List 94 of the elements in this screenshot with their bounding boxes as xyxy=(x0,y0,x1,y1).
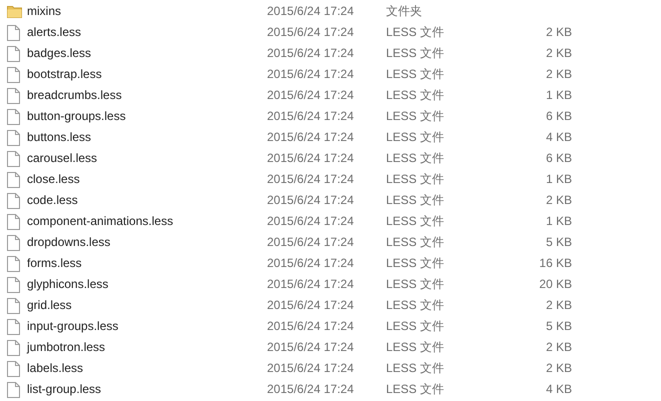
file-size: 2 KB xyxy=(546,193,572,207)
file-icon xyxy=(7,276,20,292)
modified-date: 2015/6/24 17:24 xyxy=(267,340,354,354)
file-type: LESS 文件 xyxy=(386,319,444,333)
file-name[interactable]: component-animations.less xyxy=(27,214,174,228)
file-icon xyxy=(7,382,20,398)
file-size: 1 KB xyxy=(546,172,572,186)
file-size: 2 KB xyxy=(546,46,572,60)
file-name[interactable]: dropdowns.less xyxy=(27,235,110,249)
file-type: LESS 文件 xyxy=(386,193,444,207)
file-size: 16 KB xyxy=(539,256,572,270)
modified-date: 2015/6/24 17:24 xyxy=(267,298,354,312)
file-type: LESS 文件 xyxy=(386,151,444,165)
file-type: LESS 文件 xyxy=(386,214,444,228)
modified-date: 2015/6/24 17:24 xyxy=(267,46,354,60)
folder-icon xyxy=(7,5,22,18)
file-name[interactable]: buttons.less xyxy=(27,130,92,144)
file-icon xyxy=(7,256,20,272)
modified-date: 2015/6/24 17:24 xyxy=(267,319,354,333)
file-icon xyxy=(7,298,20,314)
file-icon xyxy=(7,192,20,208)
file-name[interactable]: close.less xyxy=(27,172,80,186)
file-name[interactable]: jumbotron.less xyxy=(27,340,106,354)
file-type: LESS 文件 xyxy=(386,340,444,354)
file-size: 4 KB xyxy=(546,130,572,144)
file-icon xyxy=(7,318,20,334)
file-size: 2 KB xyxy=(546,25,572,39)
file-type: LESS 文件 xyxy=(386,67,444,81)
file-type: LESS 文件 xyxy=(386,130,444,144)
modified-date: 2015/6/24 17:24 xyxy=(267,88,354,102)
file-size: 20 KB xyxy=(539,277,572,291)
file-size: 2 KB xyxy=(546,67,572,81)
file-icon xyxy=(7,46,20,62)
file-name[interactable]: badges.less xyxy=(27,46,92,60)
file-type: LESS 文件 xyxy=(386,382,444,396)
file-type: LESS 文件 xyxy=(386,46,444,60)
modified-date: 2015/6/24 17:24 xyxy=(267,235,354,249)
file-size: 4 KB xyxy=(546,382,572,396)
file-icon xyxy=(7,66,20,82)
file-icon xyxy=(7,88,20,104)
file-name[interactable]: button-groups.less xyxy=(27,109,126,123)
file-icon xyxy=(7,234,20,250)
file-size: 2 KB xyxy=(546,361,572,375)
file-icon xyxy=(7,108,20,124)
file-name[interactable]: breadcrumbs.less xyxy=(27,88,122,102)
file-type: LESS 文件 xyxy=(386,256,444,270)
file-name[interactable]: glyphicons.less xyxy=(27,277,108,291)
file-type: 文件夹 xyxy=(386,4,422,18)
file-size: 6 KB xyxy=(546,151,572,165)
file-icon xyxy=(7,24,20,40)
file-type: LESS 文件 xyxy=(386,298,444,312)
file-type: LESS 文件 xyxy=(386,361,444,375)
file-name[interactable]: grid.less xyxy=(27,298,72,312)
file-name[interactable]: list-group.less xyxy=(27,382,102,396)
modified-date: 2015/6/24 17:24 xyxy=(267,67,354,81)
modified-date: 2015/6/24 17:24 xyxy=(267,214,354,228)
file-size: 6 KB xyxy=(546,109,572,123)
file-size: 5 KB xyxy=(546,235,572,249)
modified-date: 2015/6/24 17:24 xyxy=(267,256,354,270)
modified-date: 2015/6/24 17:24 xyxy=(267,109,354,123)
file-size: 1 KB xyxy=(546,88,572,102)
file-name[interactable]: carousel.less xyxy=(27,151,98,165)
file-type: LESS 文件 xyxy=(386,235,444,249)
file-type: LESS 文件 xyxy=(386,25,444,39)
modified-date: 2015/6/24 17:24 xyxy=(267,277,354,291)
modified-date: 2015/6/24 17:24 xyxy=(267,130,354,144)
file-type: LESS 文件 xyxy=(386,172,444,186)
file-type: LESS 文件 xyxy=(386,88,444,102)
file-name[interactable]: bootstrap.less xyxy=(27,67,102,81)
file-name[interactable]: mixins xyxy=(27,4,62,18)
modified-date: 2015/6/24 17:24 xyxy=(267,25,354,39)
file-name[interactable]: labels.less xyxy=(27,361,84,375)
modified-date: 2015/6/24 17:24 xyxy=(267,172,354,186)
modified-date: 2015/6/24 17:24 xyxy=(267,193,354,207)
file-icon xyxy=(7,130,20,146)
file-size: 2 KB xyxy=(546,298,572,312)
modified-date: 2015/6/24 17:24 xyxy=(267,361,354,375)
file-type: LESS 文件 xyxy=(386,109,444,123)
file-name[interactable]: input-groups.less xyxy=(27,319,118,333)
file-icon xyxy=(7,214,20,230)
modified-date: 2015/6/24 17:24 xyxy=(267,382,354,396)
file-size: 5 KB xyxy=(546,319,572,333)
file-name[interactable]: forms.less xyxy=(27,256,82,270)
file-size: 1 KB xyxy=(546,214,572,228)
modified-date: 2015/6/24 17:24 xyxy=(267,4,354,18)
file-icon xyxy=(7,340,20,356)
modified-date: 2015/6/24 17:24 xyxy=(267,151,354,165)
file-type: LESS 文件 xyxy=(386,277,444,291)
file-name[interactable]: code.less xyxy=(27,193,78,207)
file-icon xyxy=(7,172,20,188)
file-icon xyxy=(7,150,20,166)
file-name[interactable]: alerts.less xyxy=(27,25,82,39)
file-icon xyxy=(7,360,20,376)
file-size: 2 KB xyxy=(546,340,572,354)
